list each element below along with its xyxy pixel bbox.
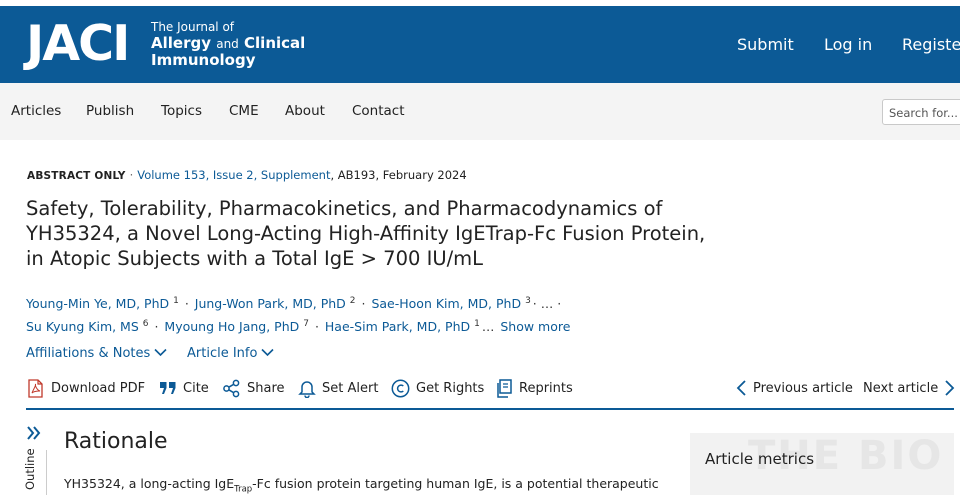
previous-article-button[interactable]: Previous article — [736, 378, 853, 398]
cite-button[interactable]: Cite — [159, 378, 209, 398]
submit-link[interactable]: Submit — [737, 36, 794, 54]
download-pdf-label: Download PDF — [51, 380, 146, 396]
journal-name[interactable]: The Journal of Allergy and Clinical Immu… — [151, 19, 305, 68]
search-input[interactable]: Search for... — [882, 99, 960, 125]
affiliations-label: Affiliations & Notes — [26, 346, 151, 361]
site-header: JACI The Journal of Allergy and Clinical… — [0, 6, 960, 83]
outline-label[interactable]: Outline — [23, 448, 37, 490]
chevron-left-icon — [736, 379, 747, 397]
reprints-icon — [496, 378, 513, 398]
nav-contact[interactable]: Contact — [352, 103, 405, 119]
nav-articles[interactable]: Articles — [11, 103, 61, 119]
search-placeholder: Search for... — [889, 106, 958, 120]
main-nav: Articles Publish Topics CME About Contac… — [0, 83, 960, 140]
get-rights-button[interactable]: Get Rights — [391, 378, 484, 398]
article-metrics-title[interactable]: Article metrics — [705, 450, 814, 468]
quote-icon — [159, 380, 177, 396]
journal-name-word: Clinical — [244, 34, 306, 52]
reprints-button[interactable]: Reprints — [496, 378, 573, 398]
nav-about[interactable]: About — [285, 103, 325, 119]
cite-label: Cite — [183, 380, 209, 396]
share-label: Share — [247, 380, 285, 396]
author-list-row1: Young-Min Ye, MD, PhD 1 · Jung-Won Park,… — [26, 296, 562, 312]
reprints-label: Reprints — [519, 380, 573, 396]
section-heading: Rationale — [64, 429, 168, 454]
author-sup: 3 — [525, 296, 531, 306]
article-type: ABSTRACT ONLY — [27, 170, 126, 182]
pages-date: , AB193, February 2024 — [330, 168, 467, 182]
outline-toggle-icon[interactable] — [26, 425, 42, 445]
set-alert-label: Set Alert — [322, 380, 379, 396]
author-link[interactable]: Sae-Hoon Kim, MD, PhD — [371, 296, 521, 311]
author-sup: 1 — [474, 319, 480, 329]
author-link[interactable]: Myoung Ho Jang, PhD — [164, 319, 299, 334]
author-link[interactable]: Su Kyung Kim, MS — [26, 319, 139, 334]
login-link[interactable]: Log in — [824, 36, 872, 54]
outline-divider — [46, 450, 47, 495]
nav-publish[interactable]: Publish — [86, 103, 134, 119]
author-link[interactable]: Jung-Won Park, MD, PhD — [195, 296, 346, 311]
set-alert-button[interactable]: Set Alert — [298, 378, 378, 398]
author-link[interactable]: Young-Min Ye, MD, PhD — [26, 296, 169, 311]
next-article-button[interactable]: Next article — [863, 378, 955, 398]
affiliations-toggle[interactable]: Affiliations & Notes — [26, 346, 167, 362]
journal-name-line2: Allergy and Clinical — [151, 35, 305, 52]
author-ellipsis: … — [481, 319, 495, 335]
next-article-label: Next article — [863, 380, 939, 396]
abstract-text-part: YH35324, a long-acting IgE — [64, 476, 235, 491]
issue-link[interactable]: Volume 153, Issue 2, Supplement — [137, 168, 330, 182]
author-sup: 2 — [349, 296, 356, 306]
register-link[interactable]: Registe — [902, 36, 960, 54]
article-meta: ABSTRACT ONLY · Volume 153, Issue 2, Suppl… — [27, 168, 467, 183]
share-icon — [222, 379, 241, 398]
share-button[interactable]: Share — [222, 378, 285, 398]
bell-icon — [298, 379, 316, 398]
toolbar-divider — [26, 408, 954, 410]
chevron-down-icon — [154, 346, 167, 362]
author-sup: 6 — [142, 319, 149, 329]
get-rights-label: Get Rights — [416, 380, 485, 396]
journal-name-word: and — [216, 37, 239, 51]
abstract-text: YH35324, a long-acting IgETrap-Fc fusion… — [64, 476, 659, 498]
download-pdf-button[interactable]: Download PDF — [26, 378, 145, 398]
abstract-text-subscript: Trap — [234, 484, 253, 495]
chevron-down-icon — [261, 346, 275, 362]
journal-name-word: Allergy — [151, 34, 211, 52]
abstract-text-part: -Fc fusion protein targeting human IgE, … — [252, 476, 659, 491]
author-sup: 7 — [303, 319, 309, 329]
author-link[interactable]: Hae-Sim Park, MD, PhD — [325, 319, 470, 334]
show-more-button[interactable]: Show more — [500, 319, 570, 334]
article-info-label: Article Info — [187, 346, 258, 361]
nav-topics[interactable]: Topics — [161, 103, 202, 119]
article-info-toggle[interactable]: Article Info — [187, 346, 275, 362]
chevron-right-icon — [944, 379, 955, 397]
journal-logo[interactable]: JACI — [26, 13, 130, 75]
author-sup: 1 — [173, 296, 179, 306]
copyright-icon — [391, 379, 410, 398]
author-ellipsis: · … · — [532, 296, 562, 312]
pdf-icon — [26, 378, 45, 398]
journal-name-line3: Immunology — [151, 51, 256, 69]
author-list-row2: Su Kyung Kim, MS 6 · Myoung Ho Jang, PhD… — [26, 319, 571, 335]
journal-name-line1: The Journal of — [151, 20, 235, 34]
previous-article-label: Previous article — [753, 380, 853, 396]
nav-cme[interactable]: CME — [229, 103, 259, 119]
article-title: Safety, Tolerability, Pharmacokinetics, … — [26, 197, 706, 270]
meta-separator: · — [129, 168, 134, 182]
